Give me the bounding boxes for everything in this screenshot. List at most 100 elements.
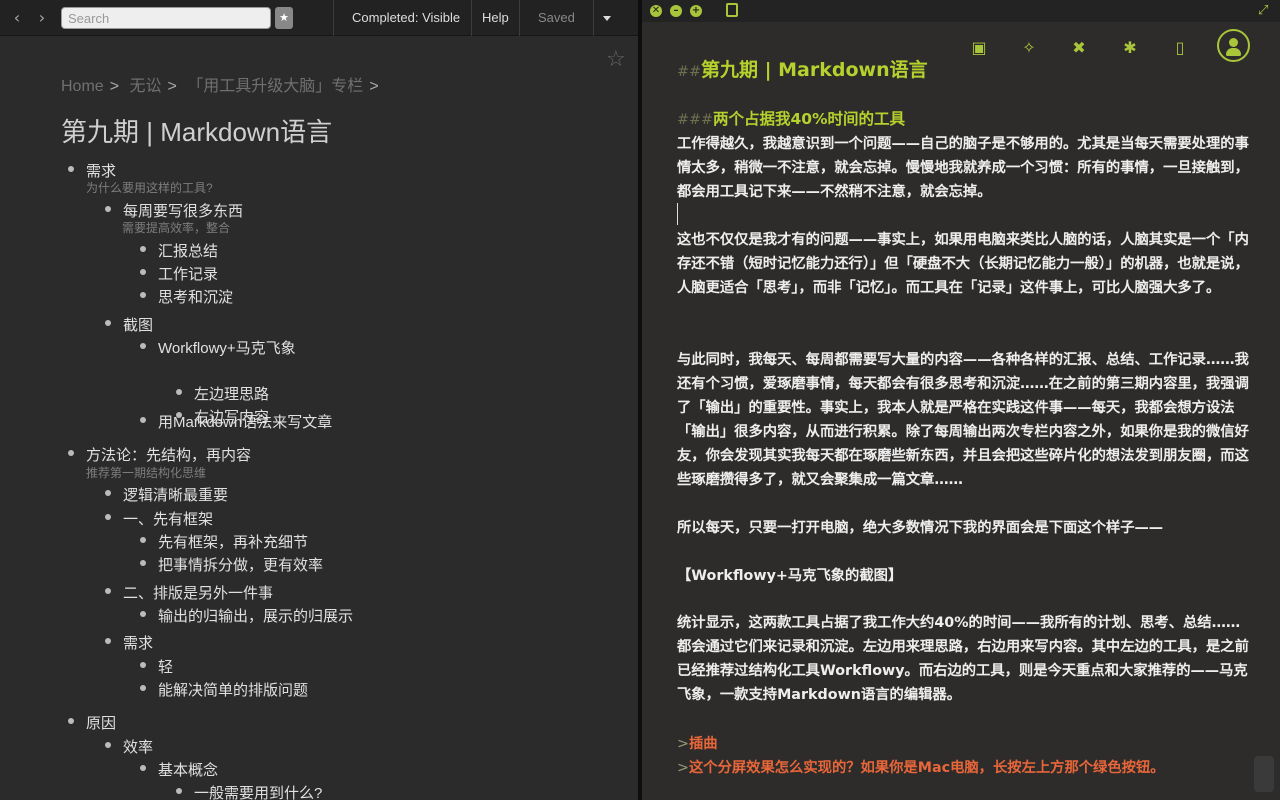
bullet-icon[interactable] xyxy=(105,206,111,212)
breadcrumb-item[interactable]: 无讼 xyxy=(129,78,161,95)
maximize-window-icon[interactable]: + xyxy=(690,5,702,17)
sidebar-grip-handle[interactable] xyxy=(1254,756,1274,792)
close-window-icon[interactable]: ✕ xyxy=(650,5,662,17)
outline-item-text[interactable]: 一、先有框架 xyxy=(123,511,213,528)
outline-item[interactable]: 二、排版是另外一件事 xyxy=(105,582,273,603)
outline-item[interactable]: 基本概念 xyxy=(140,759,218,780)
outline-item[interactable]: 一、先有框架 xyxy=(105,508,213,529)
bullet-icon[interactable] xyxy=(176,788,182,794)
breadcrumb-home[interactable]: Home xyxy=(61,78,104,95)
bullet-icon[interactable] xyxy=(105,742,111,748)
bullet-icon[interactable] xyxy=(140,417,146,423)
bullet-icon[interactable] xyxy=(105,638,111,644)
outline-item-text[interactable]: 逻辑清晰最重要 xyxy=(123,487,228,504)
bullet-icon[interactable] xyxy=(68,718,74,724)
outline-item[interactable]: 先有框架，再补充细节 xyxy=(140,531,308,552)
outline-item[interactable]: 效率 xyxy=(105,736,153,757)
outline-item-text[interactable]: 思考和沉淀 xyxy=(158,289,233,306)
outline-item-text[interactable]: 方法论：先结构，再内容 xyxy=(86,447,251,464)
starred-icon[interactable]: ★ xyxy=(275,7,293,29)
bullet-icon[interactable] xyxy=(105,514,111,520)
outline-item-text[interactable]: 把事情拆分做，更有效率 xyxy=(158,557,323,574)
page-title[interactable]: 第九期 | Markdown语言 xyxy=(61,112,332,149)
paragraph-4[interactable]: 所以每天，只要一打开电脑，绝大多数情况下我的界面会是下面这个样子—— xyxy=(677,516,1252,540)
outline-item-text[interactable]: 一般需要用到什么? xyxy=(194,785,322,800)
paragraph-2[interactable]: 这也不仅仅是我才有的问题——事实上，如果用电脑来类比人脑的话，人脑其实是一个「内… xyxy=(677,228,1252,300)
fullscreen-icon[interactable]: ✖ xyxy=(1069,38,1089,58)
outline-item[interactable]: Workflowy+马克飞象 xyxy=(140,337,296,358)
outline-item-text[interactable]: 轻 xyxy=(158,659,173,676)
bullet-icon[interactable] xyxy=(140,269,146,275)
markdown-h3[interactable]: ###两个占据我40%时间的工具 xyxy=(677,107,1252,132)
bullet-icon[interactable] xyxy=(140,685,146,691)
bullet-icon[interactable] xyxy=(140,560,146,566)
bullet-icon[interactable] xyxy=(68,450,74,456)
paragraph-5[interactable]: 【Workflowy+马克飞象的截图】 xyxy=(677,564,1252,588)
outline-item-text[interactable]: 用Markdown语法来写文章 xyxy=(158,414,332,431)
outline-item[interactable]: 轻 xyxy=(140,656,173,677)
outline-item[interactable]: 工作记录 xyxy=(140,263,218,284)
image-icon[interactable]: ▣ xyxy=(969,38,989,58)
breadcrumb-item[interactable]: 「用工具升级大脑」专栏 xyxy=(187,78,363,95)
outline-item[interactable]: 把事情拆分做，更有效率 xyxy=(140,554,323,575)
outline-item[interactable]: 需求 xyxy=(105,632,153,653)
outline-item[interactable]: 方法论：先结构，再内容 xyxy=(68,444,251,465)
outline-item[interactable]: 一般需要用到什么? xyxy=(176,782,322,800)
bullet-icon[interactable] xyxy=(140,611,146,617)
outline-item[interactable]: 截图 xyxy=(105,314,153,335)
outline-item-text[interactable]: 工作记录 xyxy=(158,266,218,283)
blockquote-2[interactable]: >这个分屏效果怎么实现的？如果你是Mac电脑，长按左上方那个绿色按钮。 xyxy=(677,756,1252,780)
markdown-h2[interactable]: ##第九期 | Markdown语言 xyxy=(677,58,1252,84)
outline-item[interactable]: 需求 xyxy=(68,160,116,181)
bullet-icon[interactable] xyxy=(140,343,146,349)
outline-note[interactable]: 需要提高效率，整合 xyxy=(122,219,230,236)
outline-item-text[interactable]: 每周要写很多东西 xyxy=(123,203,243,220)
expand-icon[interactable]: ⤢ xyxy=(1258,3,1268,18)
forward-arrow-icon[interactable]: › xyxy=(34,9,50,27)
bullet-icon[interactable] xyxy=(140,765,146,771)
chevron-down-icon[interactable] xyxy=(594,0,622,36)
paragraph-6[interactable]: 统计显示，这两款工具占据了我工作大约40%的时间——我所有的计划、思考、总结……… xyxy=(677,611,1252,707)
bullet-icon[interactable] xyxy=(105,320,111,326)
completed-toggle[interactable]: Completed: Visible xyxy=(352,0,460,36)
bullet-icon[interactable] xyxy=(140,246,146,252)
outline-item-text[interactable]: 效率 xyxy=(123,739,153,756)
outline-item[interactable]: 能解决简单的排版问题 xyxy=(140,679,308,700)
bullet-icon[interactable] xyxy=(140,537,146,543)
bullet-icon[interactable] xyxy=(140,292,146,298)
outline-item[interactable]: 左边理思路 xyxy=(176,383,269,404)
blockquote-1[interactable]: >插曲 xyxy=(677,732,1252,756)
outline-item[interactable]: 汇报总结 xyxy=(140,240,218,261)
outline-item-text[interactable]: 能解决简单的排版问题 xyxy=(158,682,308,699)
back-arrow-icon[interactable]: ‹ xyxy=(9,9,25,27)
outline-note[interactable]: 为什么要用这样的工具? xyxy=(86,179,213,196)
bullet-icon[interactable] xyxy=(176,389,182,395)
paragraph-3[interactable]: 与此同时，我每天、每周都需要写大量的内容——各种各样的汇报、总结、工作记录……我… xyxy=(677,348,1252,492)
notebook-icon[interactable] xyxy=(726,3,738,17)
magic-wand-icon[interactable]: ✧ xyxy=(1019,38,1039,58)
outline-item[interactable]: 输出的归输出，展示的归展示 xyxy=(140,605,353,626)
outline-item-text[interactable]: 汇报总结 xyxy=(158,243,218,260)
outline-item-text[interactable]: 左边理思路 xyxy=(194,386,269,403)
outline-item-text[interactable]: 输出的归输出，展示的归展示 xyxy=(158,608,353,625)
outline-item[interactable]: 逻辑清晰最重要 xyxy=(105,484,228,505)
paragraph-1[interactable]: 工作得越久，我越意识到一个问题——自己的脑子是不够用的。尤其是当每天需要处理的事… xyxy=(677,132,1252,204)
outline-item-text[interactable]: 先有框架，再补充细节 xyxy=(158,534,308,551)
bookmark-star-icon[interactable]: ☆ xyxy=(606,47,626,72)
bullet-icon[interactable] xyxy=(140,662,146,668)
help-button[interactable]: Help xyxy=(482,0,509,36)
bullet-icon[interactable] xyxy=(105,588,111,594)
outline-item-text[interactable]: Workflowy+马克飞象 xyxy=(158,340,296,357)
outline-item[interactable]: 用Markdown语法来写文章 xyxy=(140,411,332,432)
outline-item-text[interactable]: 需求 xyxy=(86,163,116,180)
outline-item-text[interactable]: 截图 xyxy=(123,317,153,334)
bullet-icon[interactable] xyxy=(68,166,74,172)
bullet-icon[interactable] xyxy=(105,490,111,496)
document-icon[interactable]: ▯ xyxy=(1170,38,1190,58)
search-input[interactable] xyxy=(61,7,271,29)
outline-item[interactable]: 原因 xyxy=(68,712,116,733)
outline-item-text[interactable]: 二、排版是另外一件事 xyxy=(123,585,273,602)
outline-item-text[interactable]: 需求 xyxy=(123,635,153,652)
outline-note[interactable]: 推荐第一期结构化思维 xyxy=(86,464,206,481)
settings-asterisk-icon[interactable]: ✱ xyxy=(1120,38,1140,58)
